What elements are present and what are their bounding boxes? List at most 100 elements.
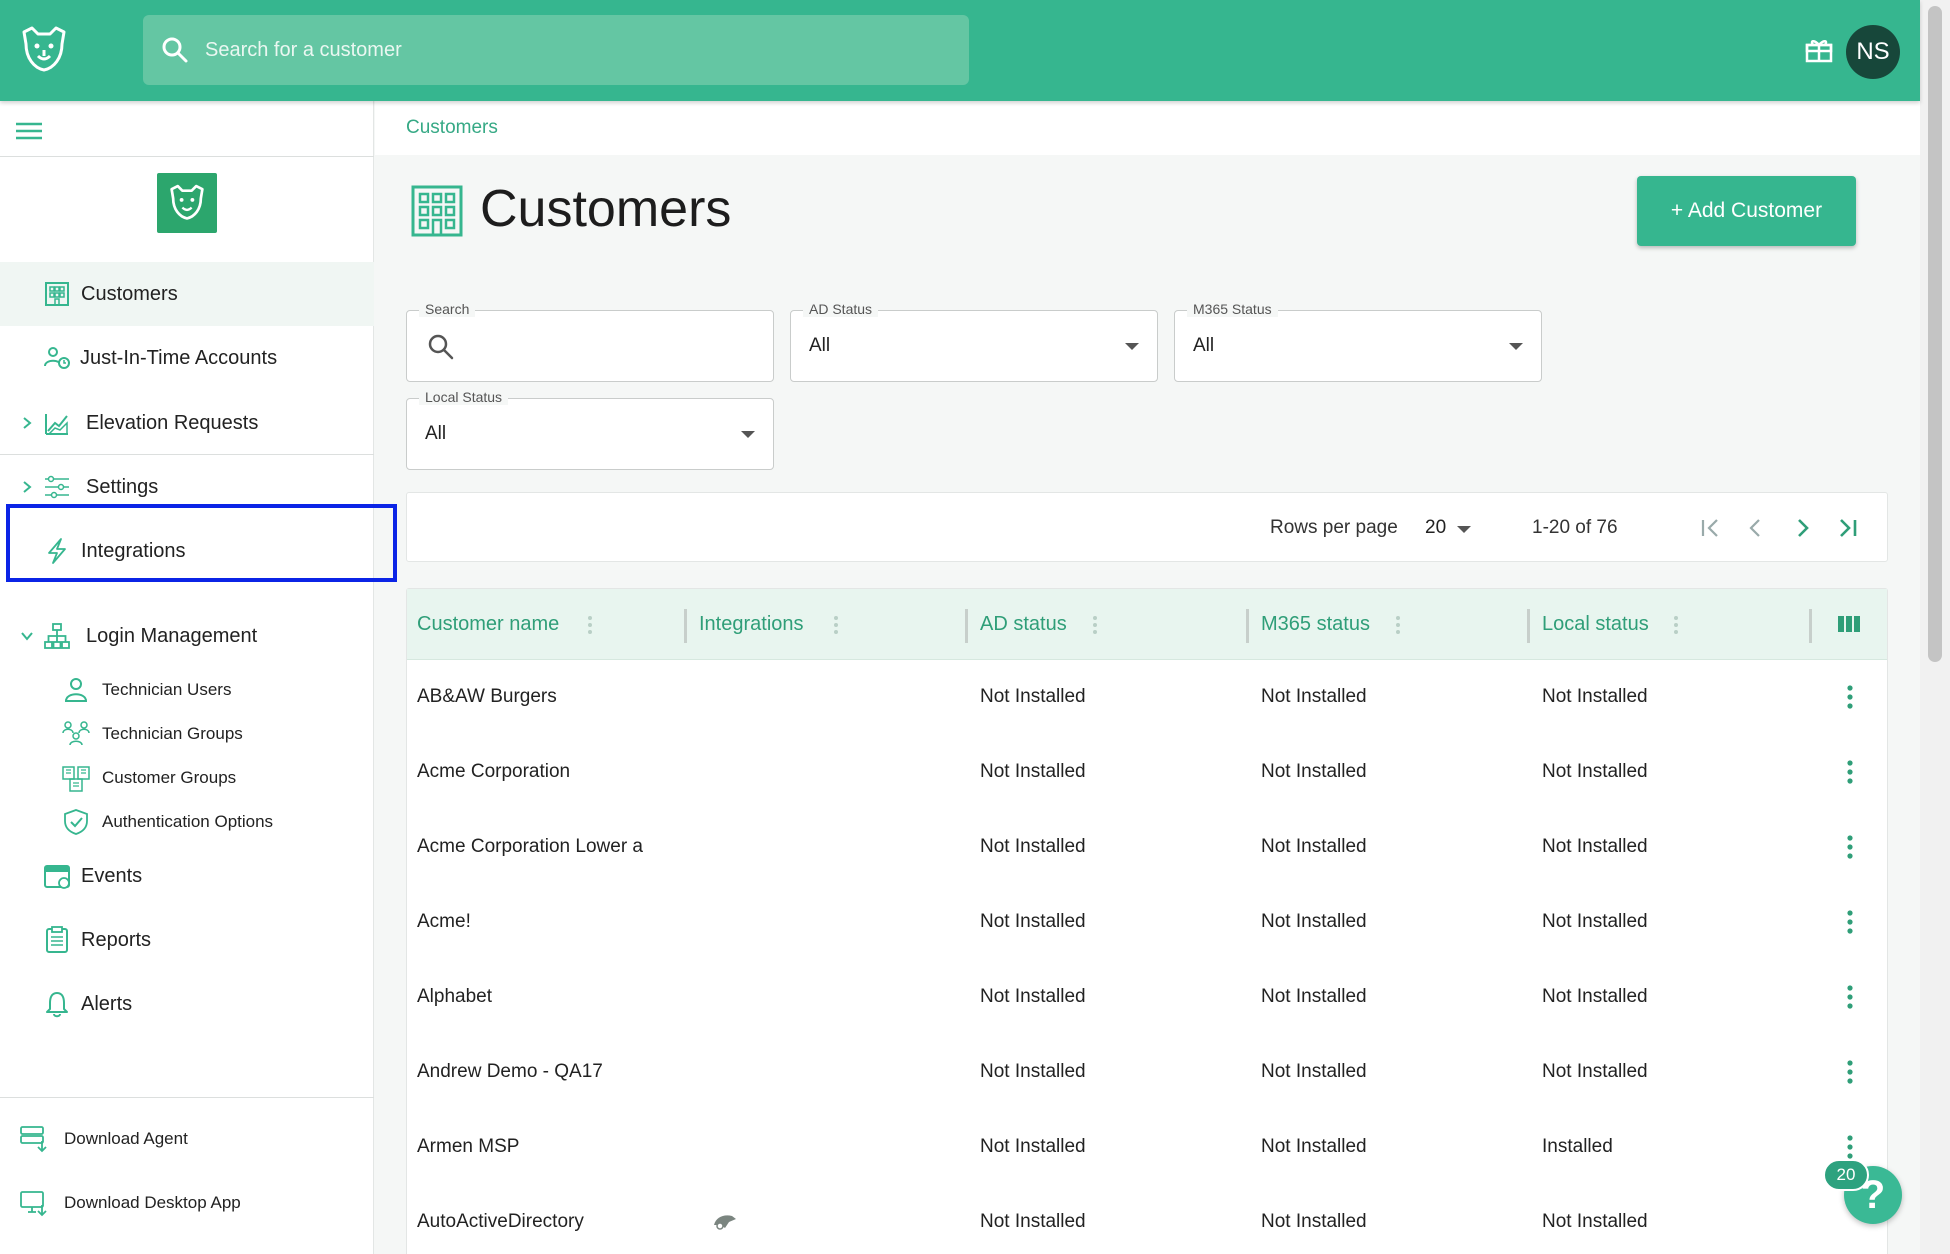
download-desktop-app-label: Download Desktop App [64, 1193, 241, 1212]
customer-name-cell[interactable]: Alphabet [417, 986, 492, 1008]
m365-status-select[interactable]: M365 Status All [1174, 301, 1542, 382]
connectwise-icon [714, 1215, 736, 1230]
chevron-down-icon[interactable] [20, 629, 34, 643]
rows-per-page-label: Rows per page [1270, 517, 1398, 538]
customer-search-input[interactable] [205, 15, 945, 85]
ad-status-cell: Not Installed [980, 1211, 1086, 1232]
column-menu-icon[interactable] [587, 615, 593, 635]
customer-name-cell[interactable]: Armen MSP [417, 1136, 519, 1158]
sidebar-item-label: Integrations [81, 539, 186, 562]
breadcrumb-bar [375, 101, 1920, 155]
local-status-cell: Installed [1542, 1136, 1613, 1157]
chevron-right-icon[interactable] [20, 416, 34, 430]
search-icon [162, 37, 188, 63]
local-status-select[interactable]: Local Status All [406, 389, 774, 470]
row-actions-icon[interactable] [1846, 834, 1854, 860]
dropdown-arrow-icon [1125, 343, 1139, 350]
sidebar-subitem-customer-groups[interactable]: Customer Groups [0, 757, 374, 799]
sidebar-item-settings[interactable]: Settings [0, 455, 374, 519]
user-icon [64, 678, 88, 702]
row-actions-icon[interactable] [1846, 1059, 1854, 1085]
customer-search-bar[interactable] [143, 15, 969, 85]
table-row[interactable]: Armen MSP Not Installed Not Installed In… [407, 1110, 1887, 1185]
customer-name-cell[interactable]: Andrew Demo - QA17 [417, 1061, 603, 1083]
rows-per-page-select[interactable]: 20 [1425, 517, 1446, 539]
sidebar-subitem-label: Authentication Options [102, 812, 274, 831]
chevron-right-icon[interactable] [20, 480, 34, 494]
sidebar-item-alerts[interactable]: Alerts [0, 972, 374, 1036]
sidebar-item-elevation-requests[interactable]: Elevation Requests [0, 391, 374, 455]
row-actions-icon[interactable] [1846, 684, 1854, 710]
bell-icon [46, 992, 68, 1018]
download-agent-link[interactable]: Download Agent [0, 1118, 374, 1160]
customer-name-cell[interactable]: Acme Corporation [417, 761, 570, 783]
table-row[interactable]: Andrew Demo - QA17 Not Installed Not Ins… [407, 1035, 1887, 1110]
cheetah-logo-icon[interactable] [18, 24, 70, 76]
sidebar-item-integrations[interactable]: Integrations [0, 519, 374, 583]
row-actions-icon[interactable] [1846, 759, 1854, 785]
ad-status-label: AD Status [803, 301, 879, 317]
sidebar-item-reports[interactable]: Reports [0, 908, 374, 972]
column-header-customer-name[interactable]: Customer name [417, 613, 559, 636]
gift-icon[interactable] [1804, 35, 1834, 65]
column-menu-icon[interactable] [833, 615, 839, 635]
column-resize-handle[interactable] [965, 609, 968, 643]
table-row[interactable]: AB&AW Burgers Not Installed Not Installe… [407, 660, 1887, 735]
column-resize-handle[interactable] [684, 609, 687, 643]
customer-name-cell[interactable]: AB&AW Burgers [417, 686, 557, 708]
sidebar-item-login-management[interactable]: Login Management [0, 604, 374, 668]
monitor-download-icon [20, 1191, 47, 1217]
column-resize-handle[interactable] [1527, 609, 1530, 643]
column-menu-icon[interactable] [1092, 615, 1098, 635]
row-actions-icon[interactable] [1846, 1134, 1854, 1160]
table-row[interactable]: Alphabet Not Installed Not Installed Not… [407, 960, 1887, 1035]
ad-status-cell: Not Installed [980, 761, 1086, 782]
sidebar-item-just-in-time-accounts[interactable]: Just-In-Time Accounts [0, 326, 374, 390]
row-actions-icon[interactable] [1846, 909, 1854, 935]
add-customer-button[interactable]: + Add Customer [1637, 176, 1856, 246]
column-resize-handle[interactable] [1809, 609, 1812, 643]
table-row[interactable]: AutoActiveDirectory Not Installed Not In… [407, 1185, 1887, 1254]
dropdown-arrow-icon[interactable] [1457, 526, 1471, 533]
column-header-integrations[interactable]: Integrations [699, 613, 804, 636]
first-page-icon[interactable] [1695, 513, 1725, 543]
ad-status-select[interactable]: AD Status All [790, 301, 1158, 382]
search-filter-field[interactable]: Search [406, 301, 774, 382]
sidebar-item-customers[interactable]: Customers [0, 262, 374, 326]
customer-name-cell[interactable]: AutoActiveDirectory [417, 1211, 584, 1233]
download-desktop-app-link[interactable]: Download Desktop App [0, 1182, 374, 1224]
m365-status-cell: Not Installed [1261, 686, 1367, 707]
column-menu-icon[interactable] [1395, 615, 1401, 635]
building-icon [411, 185, 463, 237]
next-page-icon[interactable] [1787, 513, 1817, 543]
menu-toggle-icon[interactable] [14, 119, 44, 143]
column-header-local-status[interactable]: Local status [1542, 613, 1649, 636]
sidebar-subitem-technician-groups[interactable]: Technician Groups [0, 713, 374, 755]
sidebar-subitem-technician-users[interactable]: Technician Users [0, 669, 374, 711]
last-page-icon[interactable] [1833, 513, 1863, 543]
sidebar-subitem-label: Technician Groups [102, 724, 243, 743]
sidebar-item-events[interactable]: Events [0, 844, 374, 908]
table-row[interactable]: Acme Corporation Lower a Not Installed N… [407, 810, 1887, 885]
page-scrollbar-thumb[interactable] [1928, 6, 1942, 662]
sidebar-item-label: Elevation Requests [86, 411, 259, 434]
column-header-ad-status[interactable]: AD status [980, 613, 1067, 636]
table-row[interactable]: Acme Corporation Not Installed Not Insta… [407, 735, 1887, 810]
server-download-icon [20, 1126, 47, 1153]
previous-page-icon[interactable] [1741, 513, 1771, 543]
dropdown-arrow-icon [741, 431, 755, 438]
column-header-m365-status[interactable]: M365 status [1261, 613, 1370, 636]
column-menu-icon[interactable] [1673, 615, 1679, 635]
clipboard-icon [46, 926, 68, 953]
breadcrumb[interactable]: Customers [406, 117, 498, 139]
customer-name-cell[interactable]: Acme! [417, 911, 471, 933]
column-resize-handle[interactable] [1246, 609, 1249, 643]
table-row[interactable]: Acme! Not Installed Not Installed Not In… [407, 885, 1887, 960]
row-actions-icon[interactable] [1846, 984, 1854, 1010]
user-avatar[interactable]: NS [1846, 25, 1900, 79]
columns-icon[interactable] [1837, 614, 1861, 634]
local-status-value: All [425, 423, 447, 444]
sidebar-subitem-authentication-options[interactable]: Authentication Options [0, 801, 374, 843]
customer-name-cell[interactable]: Acme Corporation Lower a [417, 836, 643, 858]
local-status-cell: Not Installed [1542, 836, 1648, 857]
